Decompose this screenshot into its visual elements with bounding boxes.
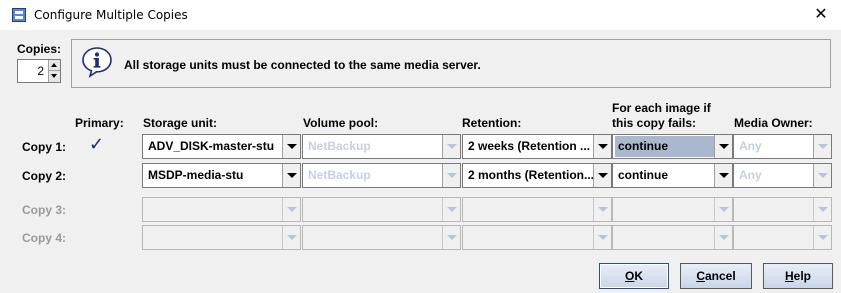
chevron-down-icon[interactable] <box>813 164 831 187</box>
help-label-rest: elp <box>793 269 811 283</box>
copy-1-storage-unit-value: ADV_DISK-master-stu <box>148 139 275 153</box>
copy-3-storage-unit-select <box>142 197 301 222</box>
cancel-label-rest: ancel <box>704 269 736 283</box>
info-panel: All storage units must be connected to t… <box>71 39 831 88</box>
info-icon <box>82 47 112 78</box>
copy-3-media-owner-select <box>733 197 832 222</box>
ok-mnemonic: O <box>624 269 635 283</box>
help-button[interactable]: Help <box>763 263 833 289</box>
copy-1-volume-pool-select[interactable]: NetBackup <box>302 134 461 159</box>
chevron-down-icon <box>442 226 460 249</box>
copy-1-retention-value: 2 weeks (Retention ... <box>468 139 591 153</box>
title-bar: Configure Multiple Copies ✕ <box>0 0 841 30</box>
copy-2-label: Copy 2: <box>22 169 67 183</box>
copy-4-label: Copy 4: <box>22 231 67 245</box>
copy-1-volume-pool-value: NetBackup <box>308 139 371 153</box>
copy-1-failure-action-select[interactable]: continue <box>612 134 733 159</box>
app-window-icon <box>12 8 26 22</box>
chevron-down-icon[interactable] <box>813 135 831 158</box>
copy-1-retention-select[interactable]: 2 weeks (Retention ... <box>462 134 612 159</box>
chevron-down-icon <box>593 226 611 249</box>
copy-2-volume-pool-value: NetBackup <box>308 168 371 182</box>
chevron-down-icon[interactable] <box>593 164 611 187</box>
header-media-owner: Media Owner: <box>734 116 813 130</box>
copy-4-retention-select <box>462 225 612 250</box>
header-volume-pool: Volume pool: <box>303 116 379 130</box>
copy-3-retention-select <box>462 197 612 222</box>
chevron-down-icon <box>593 198 611 221</box>
chevron-down-icon[interactable] <box>714 135 732 158</box>
copy-1-media-owner-select[interactable]: Any <box>733 134 832 159</box>
copy-2-storage-unit-select[interactable]: MSDP-media-stu <box>142 163 301 188</box>
spin-down-arrow-icon[interactable] <box>49 71 60 82</box>
info-message: All storage units must be connected to t… <box>124 58 481 72</box>
header-storage-unit: Storage unit: <box>143 116 217 130</box>
copy-2-media-owner-value: Any <box>739 168 762 182</box>
copy-2-retention-select[interactable]: 2 months (Retention... <box>462 163 612 188</box>
copy-3-volume-pool-select <box>302 197 461 222</box>
copy-2-storage-unit-value: MSDP-media-stu <box>148 168 244 182</box>
chevron-down-icon[interactable] <box>442 164 460 187</box>
header-failure-line1: For each image if <box>612 101 711 115</box>
chevron-down-icon <box>442 198 460 221</box>
copy-2-failure-action-value: continue <box>618 168 668 182</box>
copy-1-label: Copy 1: <box>22 140 67 154</box>
copy-2-volume-pool-select[interactable]: NetBackup <box>302 163 461 188</box>
chevron-down-icon <box>813 226 831 249</box>
chevron-down-icon[interactable] <box>593 135 611 158</box>
copies-value[interactable]: 2 <box>18 60 48 82</box>
header-failure-line2: this copy fails: <box>612 116 697 130</box>
close-button[interactable]: ✕ <box>811 4 831 24</box>
chevron-down-icon <box>282 226 300 249</box>
copies-spinner[interactable]: 2 <box>17 59 61 83</box>
copy-2-failure-action-select[interactable]: continue <box>612 163 733 188</box>
header-primary: Primary: <box>75 116 124 130</box>
copy-1-media-owner-value: Any <box>739 139 762 153</box>
copy-4-failure-action-select <box>612 225 733 250</box>
chevron-down-icon <box>813 198 831 221</box>
copy-2-media-owner-select[interactable]: Any <box>733 163 832 188</box>
ok-button[interactable]: OK <box>599 263 669 289</box>
copy-4-storage-unit-select <box>142 225 301 250</box>
chevron-down-icon[interactable] <box>282 135 300 158</box>
cancel-mnemonic: C <box>696 269 705 283</box>
chevron-down-icon <box>282 198 300 221</box>
window-title: Configure Multiple Copies <box>34 8 188 22</box>
copies-label: Copies: <box>17 42 62 56</box>
copy-2-retention-value: 2 months (Retention... <box>468 168 593 182</box>
header-retention: Retention: <box>462 116 522 130</box>
spinner-buttons <box>48 60 60 82</box>
copy-4-media-owner-select <box>733 225 832 250</box>
chevron-down-icon <box>714 226 732 249</box>
copy-1-storage-unit-select[interactable]: ADV_DISK-master-stu <box>142 134 301 159</box>
chevron-down-icon <box>714 198 732 221</box>
chevron-down-icon[interactable] <box>714 164 732 187</box>
help-mnemonic: H <box>784 269 794 283</box>
copy-3-label: Copy 3: <box>22 203 67 217</box>
spin-up-arrow-icon[interactable] <box>49 60 60 71</box>
copy-4-volume-pool-select <box>302 225 461 250</box>
cancel-button[interactable]: Cancel <box>680 263 752 289</box>
copy-3-failure-action-select <box>612 197 733 222</box>
copy-1-failure-action-value: continue <box>615 136 714 157</box>
primary-checkmark-icon[interactable]: ✓ <box>89 134 104 155</box>
ok-label-rest: K <box>634 269 643 283</box>
chevron-down-icon[interactable] <box>442 135 460 158</box>
chevron-down-icon[interactable] <box>282 164 300 187</box>
